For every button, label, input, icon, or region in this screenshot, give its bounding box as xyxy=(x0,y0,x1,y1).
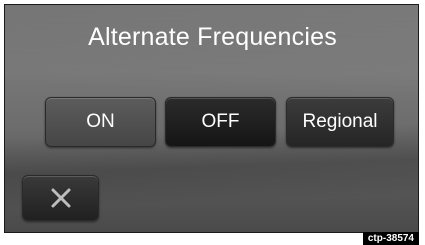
figure-reference-tag: ctp-38574 xyxy=(362,232,419,245)
on-button-label: ON xyxy=(86,111,115,132)
regional-button[interactable]: Regional xyxy=(286,97,394,147)
close-button[interactable] xyxy=(22,175,99,221)
off-button-label: OFF xyxy=(201,111,240,132)
off-button[interactable]: OFF xyxy=(165,97,276,147)
screen-title: Alternate Frequencies xyxy=(88,23,337,51)
close-icon xyxy=(50,187,72,209)
alternate-frequencies-screen: Alternate Frequencies ON OFF Regional xyxy=(4,4,419,233)
regional-button-label: Regional xyxy=(302,111,378,132)
on-button[interactable]: ON xyxy=(45,97,156,147)
